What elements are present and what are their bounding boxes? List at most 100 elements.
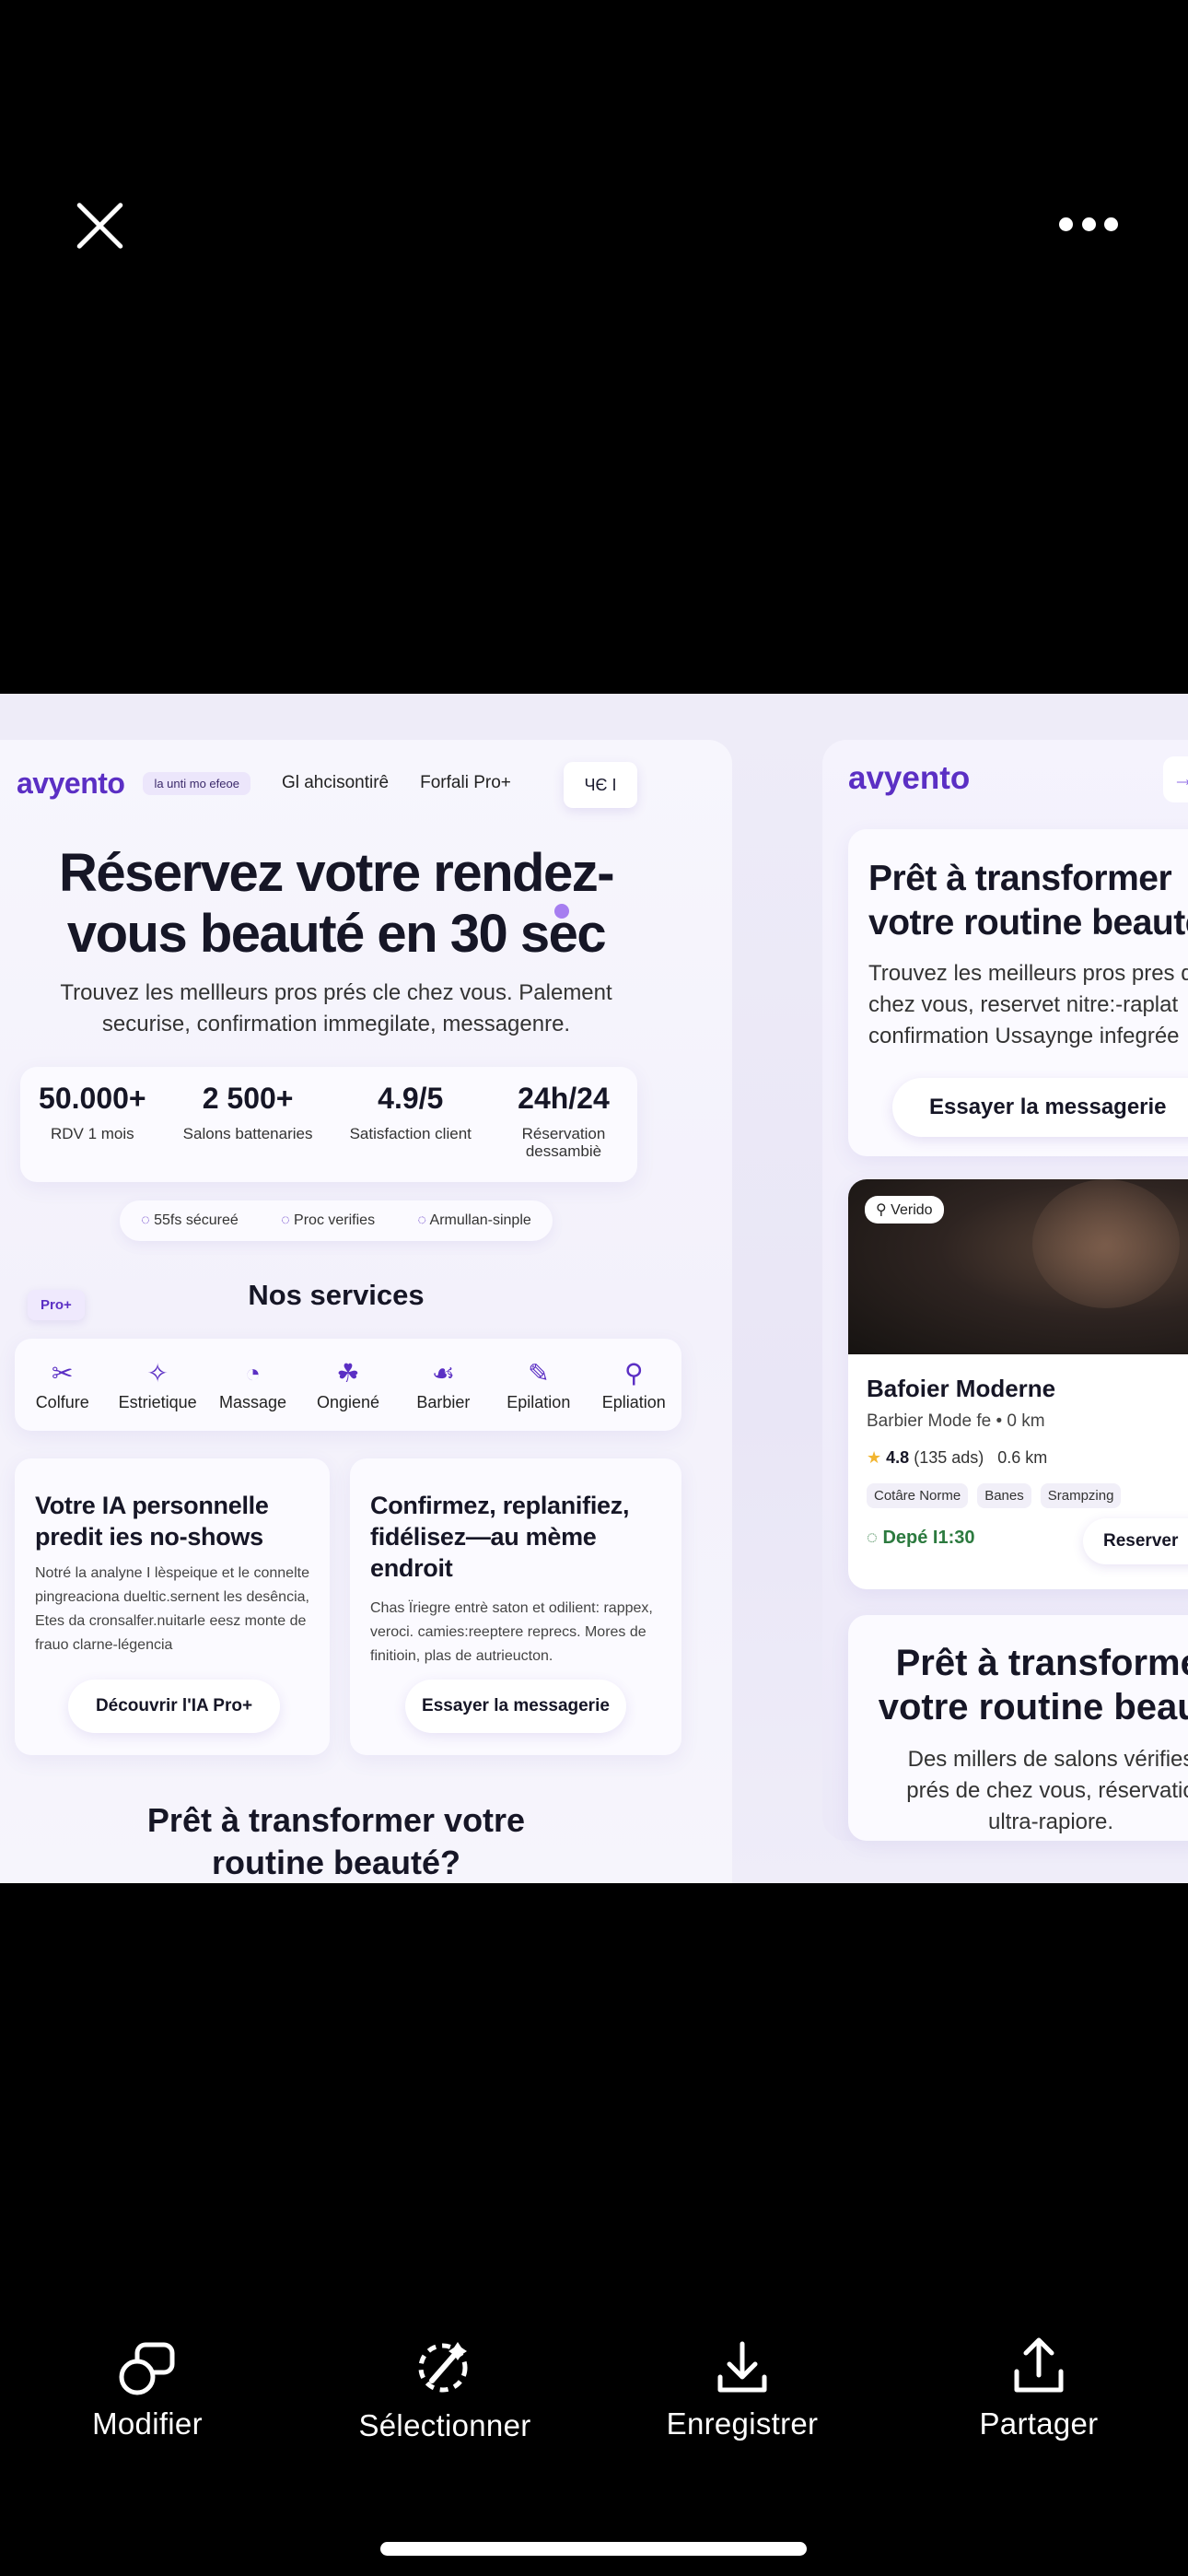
screenshot-preview: avyento la unti mo efeoe Gl ahcisontirê … bbox=[0, 694, 1188, 1883]
salon-card: ⚲ Verido Bafoier Moderne Barbier Mode fe… bbox=[848, 1179, 1188, 1589]
share-icon bbox=[928, 2322, 1149, 2395]
tag: Srampzing bbox=[1040, 1483, 1122, 1508]
messaging-card-body: Chas Ïriegre entrè saton et odilient: ra… bbox=[370, 1600, 653, 1664]
top-nav: avyento la unti mo efeoe Gl ahcisontirê … bbox=[17, 760, 643, 806]
cta-panel: Prêt à transformer votre routine beauté … bbox=[848, 829, 1188, 1156]
razor-icon: ☙ bbox=[431, 1358, 455, 1388]
service-item: ⚲ Epliation bbox=[588, 1358, 679, 1412]
trust-badge: Proc verifies bbox=[281, 1212, 375, 1229]
nav-link-2: Forfali Pro+ bbox=[420, 773, 511, 792]
logo: avyento bbox=[848, 760, 971, 796]
cta-panel-title: Prêt à transformer votre routine beauté bbox=[868, 859, 1188, 943]
service-label: Epliation bbox=[601, 1392, 666, 1411]
select-label: Sélectionner bbox=[358, 2408, 531, 2442]
logo: avyento bbox=[17, 766, 125, 800]
stat: 4.9/5 Satisfaction client bbox=[350, 1082, 472, 1182]
service-label: Barbier bbox=[416, 1392, 471, 1411]
landing-page-mobile: avyento → Prêt à transformer votre routi… bbox=[822, 740, 1188, 1841]
massage-icon: ◔ bbox=[245, 1358, 261, 1388]
service-label: Colfure bbox=[35, 1392, 89, 1411]
distance: 0.6 km bbox=[997, 1448, 1048, 1467]
edit-shapes-icon bbox=[37, 2322, 258, 2395]
nail-icon: ☘ bbox=[336, 1358, 360, 1388]
stat: 50.000+ RDV 1 mois bbox=[39, 1082, 146, 1182]
cta-panel-body: Trouvez les meilleurs pros pres de chez … bbox=[868, 961, 1188, 1048]
tag: Banes bbox=[977, 1483, 1031, 1508]
rating-value: 4.8 bbox=[886, 1448, 910, 1467]
modify-button[interactable]: Modifier bbox=[37, 2322, 258, 2441]
try-messaging-button: Essayer la messagerie bbox=[892, 1078, 1188, 1137]
select-wand-icon bbox=[334, 2322, 555, 2395]
more-options-icon[interactable] bbox=[1059, 214, 1118, 234]
download-icon bbox=[632, 2322, 853, 2395]
hero-subtitle: Trouvez les mellleurs pros prés cle chez… bbox=[60, 980, 612, 1036]
star-icon: ★ bbox=[867, 1448, 882, 1467]
service-item: ✧ Estrietique bbox=[112, 1358, 203, 1412]
cta-panel-bottom: Prêt à transformer votre routine beauté … bbox=[848, 1615, 1188, 1841]
service-label: Massage bbox=[219, 1392, 287, 1411]
availability-time: Depé I1:30 bbox=[882, 1528, 975, 1548]
stat-label: Satisfaction client bbox=[349, 1125, 472, 1142]
home-indicator[interactable] bbox=[380, 2542, 807, 2556]
stat: 24h/24 Réservation dessambiè bbox=[508, 1082, 619, 1182]
stat-value: 4.9/5 bbox=[378, 1082, 444, 1115]
pro-badge: Pro+ bbox=[28, 1290, 85, 1320]
language-button: ЧЄ I bbox=[564, 762, 637, 808]
service-label: Ongiené bbox=[316, 1392, 379, 1411]
cta-bottom-title: Prêt à transformer votre routine beauté bbox=[878, 1643, 1188, 1727]
services-title: Nos services bbox=[248, 1279, 425, 1311]
stat-label: Salons battenaries bbox=[182, 1125, 313, 1142]
availability: ◌ Depé I1:30 bbox=[867, 1528, 975, 1549]
service-item: ◔ Massage bbox=[208, 1358, 298, 1412]
stat: 2 500+ Salons battenaries bbox=[183, 1082, 313, 1182]
sparkle-icon: ✧ bbox=[146, 1358, 169, 1388]
review-count: (135 ads) bbox=[914, 1448, 984, 1467]
select-button[interactable]: Sélectionner bbox=[334, 2322, 555, 2443]
wax-icon: ✎ bbox=[528, 1358, 550, 1388]
ai-card-body: Notré la analyne I lèspeique et le conne… bbox=[35, 1565, 309, 1653]
save-button[interactable]: Enregistrer bbox=[632, 2322, 853, 2441]
nav-link-1: Gl ahcisontirê bbox=[281, 773, 390, 792]
service-item: ✂ Colfure bbox=[17, 1358, 108, 1412]
services-bar: ✂ Colfure ✧ Estrietique ◔ Massage ☘ Ongiené … bbox=[15, 1339, 681, 1431]
nav-chip: la unti mo efeoe bbox=[143, 771, 250, 795]
service-item: ☙ Barbier bbox=[398, 1358, 488, 1412]
close-icon[interactable] bbox=[72, 198, 127, 253]
stat-label: RDV 1 mois bbox=[50, 1125, 134, 1142]
service-label: Estrietique bbox=[118, 1392, 197, 1411]
trust-badge: Armullan-sinple bbox=[417, 1212, 531, 1229]
service-item: ☘ Ongiené bbox=[303, 1358, 393, 1412]
trust-badges: 55fs sécureé Proc verifies Armullan-sinp… bbox=[120, 1200, 553, 1241]
decorative-dot bbox=[554, 904, 569, 919]
cta-bottom-body: Des millers de salons vérifies prés de c… bbox=[906, 1747, 1188, 1834]
stat-label: Réservation dessambiè bbox=[521, 1125, 606, 1160]
stats-bar: 50.000+ RDV 1 mois 2 500+ Salons battenari… bbox=[20, 1067, 637, 1182]
service-label: Epilation bbox=[507, 1392, 571, 1411]
salon-subtitle: Barbier Mode fe • 0 km bbox=[867, 1411, 1045, 1431]
arrow-right-icon: → bbox=[1163, 756, 1188, 802]
messaging-card-title: Confirmez, replanifiez, fidélisez—au mèm… bbox=[370, 1492, 630, 1582]
service-item: ✎ Epilation bbox=[494, 1358, 584, 1412]
trust-badge: 55fs sécureé bbox=[141, 1212, 239, 1229]
stat-value: 50.000+ bbox=[39, 1082, 146, 1115]
discover-ai-button: Découvrir l'IA Pro+ bbox=[68, 1680, 280, 1733]
ai-card: Votre IA personnelle predit ies no-shows… bbox=[15, 1458, 330, 1755]
landing-page-desktop: avyento la unti mo efeoe Gl ahcisontirê … bbox=[0, 740, 732, 1883]
share-label: Partager bbox=[979, 2406, 1099, 2441]
stat-value: 24h/24 bbox=[518, 1082, 610, 1115]
salon-name: Bafoier Moderne bbox=[867, 1375, 1056, 1402]
laser-icon: ⚲ bbox=[623, 1358, 644, 1388]
salon-rating: ★ 4.8 (135 ads) 0.6 km bbox=[867, 1448, 1047, 1468]
tag: Cotâre Norme bbox=[867, 1483, 969, 1508]
share-button[interactable]: Partager bbox=[928, 2322, 1149, 2441]
scissors-icon: ✂ bbox=[51, 1358, 74, 1388]
try-messaging-button: Essayer la messagerie bbox=[405, 1680, 626, 1733]
modify-label: Modifier bbox=[92, 2406, 203, 2441]
clock-icon: ◌ bbox=[867, 1528, 883, 1548]
verified-badge: ⚲ Verido bbox=[865, 1196, 944, 1224]
messaging-card: Confirmez, replanifiez, fidélisez—au mèm… bbox=[350, 1458, 681, 1755]
ai-card-title: Votre IA personnelle predit ies no-shows bbox=[35, 1492, 269, 1551]
verified-label: Verido bbox=[891, 1202, 933, 1218]
cta-title: Prêt à transformer votre routine beauté? bbox=[146, 1801, 526, 1881]
bottom-toolbar: Modifier Sélectionner Enregistrer Partag… bbox=[0, 2322, 1188, 2469]
